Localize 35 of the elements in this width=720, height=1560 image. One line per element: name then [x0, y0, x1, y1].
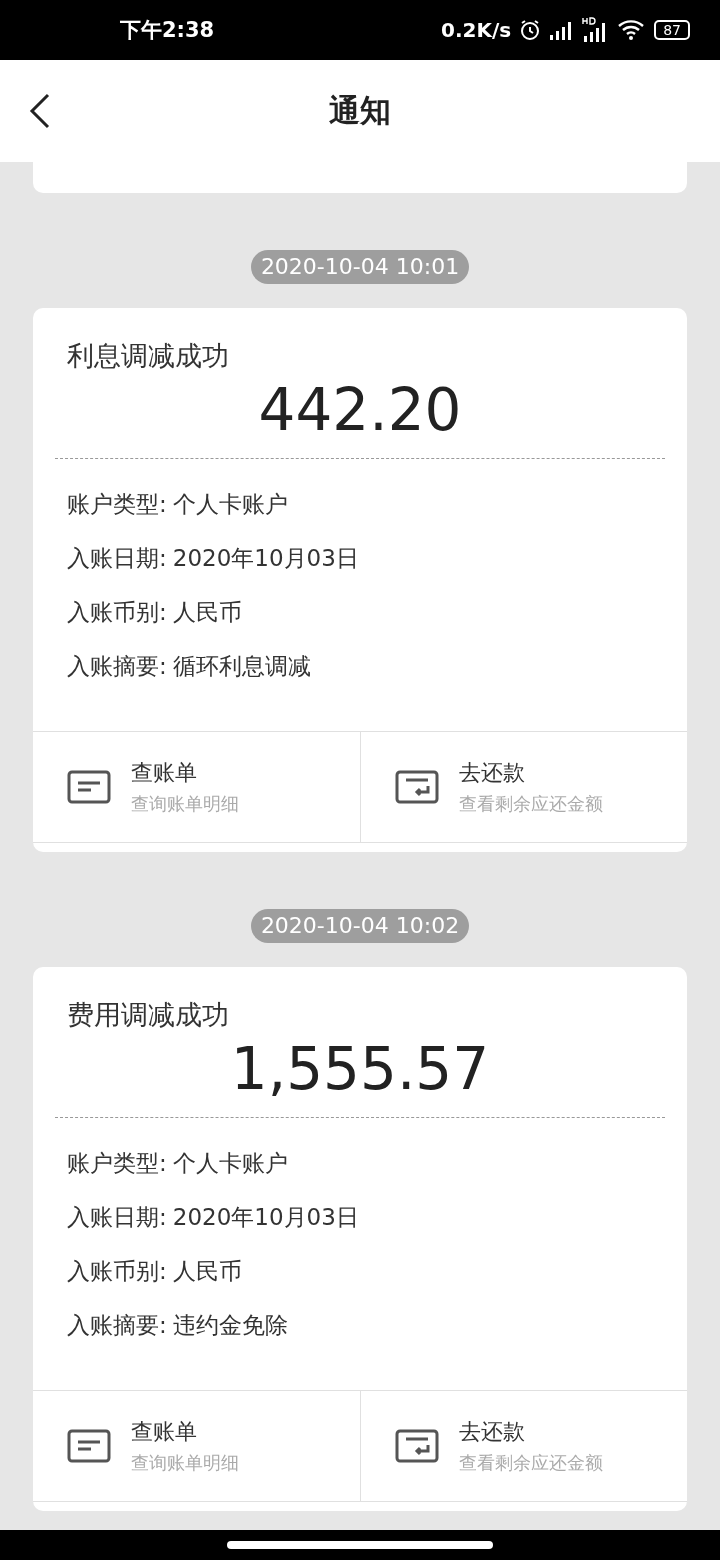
field-value: 违约金免除 — [172, 1310, 288, 1340]
notification-title: 利息调减成功 — [66, 339, 230, 373]
field-label: 账户类型: — [67, 1148, 167, 1178]
timestamp: 2020-10-04 10:02 — [250, 909, 470, 943]
action-button[interactable]: 查账单 查询账单明细 — [33, 732, 360, 842]
field-label: 入账摘要: — [67, 1310, 167, 1340]
network-speed: 0.2K/s — [441, 18, 512, 42]
field-value: 个人卡账户 — [172, 1148, 288, 1178]
bill-icon — [67, 1429, 111, 1463]
field-label: 入账日期: — [67, 543, 167, 573]
action-button[interactable]: 查账单 查询账单明细 — [33, 1391, 360, 1501]
bill-icon — [67, 770, 111, 804]
action-button[interactable]: 去还款 查看剩余应还金额 — [359, 732, 687, 842]
card-return-icon — [394, 1429, 439, 1463]
field-value: 循环利息调减 — [172, 651, 311, 681]
field-value: 人民币 — [172, 597, 242, 627]
amount: 442.20 — [258, 376, 462, 444]
field-label: 入账币别: — [67, 597, 167, 627]
field-label: 入账日期: — [67, 1202, 167, 1232]
notification-title: 费用调减成功 — [66, 998, 230, 1032]
field-value: 人民币 — [172, 1256, 242, 1286]
status-time: 下午2:38 — [120, 17, 215, 44]
field-label: 入账摘要: — [67, 651, 167, 681]
page-title: 通知 — [329, 91, 391, 130]
field-label: 入账币别: — [67, 1256, 167, 1286]
card-return-icon — [394, 770, 439, 804]
field-label: 账户类型: — [67, 489, 167, 519]
back-icon[interactable] — [28, 92, 52, 130]
field-value: 2020年10月03日 — [172, 1202, 359, 1232]
field-value: 个人卡账户 — [172, 489, 288, 519]
action-button[interactable]: 去还款 查看剩余应还金额 — [359, 1391, 687, 1501]
battery-indicator: 87 — [654, 20, 690, 40]
field-value: 2020年10月03日 — [172, 543, 359, 573]
amount: 1,555.57 — [230, 1035, 490, 1103]
timestamp: 2020-10-04 10:01 — [250, 250, 470, 284]
